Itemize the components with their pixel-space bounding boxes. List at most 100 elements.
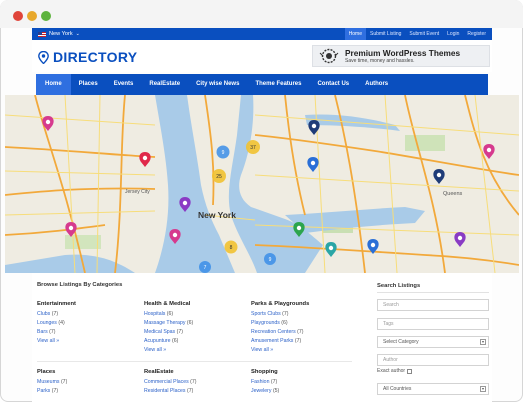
category-link[interactable]: Jewelery (5) bbox=[251, 387, 279, 396]
cluster-marker[interactable]: 9 bbox=[216, 145, 230, 159]
category-link[interactable]: Lounges (4) bbox=[37, 319, 76, 328]
browser-frame: New York ⌄ Home Submit Listing Submit Ev… bbox=[0, 0, 523, 402]
main-nav: Home Places Events RealEstate City wise … bbox=[36, 74, 488, 95]
site-header: DIRECTORY Premium WordPress Themes Save … bbox=[32, 40, 492, 72]
category-select-value: Select Category bbox=[383, 339, 419, 345]
divider bbox=[37, 361, 352, 362]
category-link[interactable]: Amusement Parks (7) bbox=[251, 337, 309, 346]
map-area-label: Queens bbox=[443, 191, 463, 197]
map-pin-icon bbox=[38, 50, 49, 64]
svg-text:7: 7 bbox=[204, 265, 207, 271]
listings-map[interactable]: 9 37 25 8 9 7 New York Jersey City Queen… bbox=[5, 95, 519, 273]
divider bbox=[377, 292, 489, 293]
author-input[interactable]: Author bbox=[377, 354, 489, 366]
chevron-down-icon: ⌄ bbox=[75, 31, 80, 37]
category-link[interactable]: Fashion (7) bbox=[251, 378, 279, 387]
category-link[interactable]: Parks (7) bbox=[37, 387, 67, 396]
chevron-down-icon: ▾ bbox=[480, 339, 486, 345]
category-shopping: Shopping Fashion (7) Jewelery (5) bbox=[251, 369, 279, 396]
toplink-login[interactable]: Login bbox=[443, 28, 463, 40]
window-chrome bbox=[0, 0, 523, 28]
country-select[interactable]: All Countries ▾ bbox=[377, 383, 489, 395]
gear-emblem-icon bbox=[319, 48, 339, 64]
category-link[interactable]: Bars (7) bbox=[37, 328, 76, 337]
park-area bbox=[405, 135, 445, 151]
listings-title: Browse Listings By Categories bbox=[37, 282, 123, 288]
banner-title: Premium WordPress Themes bbox=[345, 48, 461, 58]
category-link[interactable]: Recreation Centers (7) bbox=[251, 328, 309, 337]
location-selector[interactable]: New York ⌄ bbox=[38, 29, 80, 39]
category-health-medical: Health & Medical Hospitals (6) Massage T… bbox=[144, 301, 193, 355]
map-canvas: 9 37 25 8 9 7 New York Jersey City Queen… bbox=[5, 95, 519, 273]
exact-author-option[interactable]: Exact author bbox=[377, 368, 413, 374]
banner-subtitle: Save time, money and hassles. bbox=[345, 58, 415, 64]
svg-text:25: 25 bbox=[216, 174, 222, 180]
maximize-window-button[interactable] bbox=[41, 11, 51, 21]
nav-home[interactable]: Home bbox=[36, 74, 71, 95]
nav-authors[interactable]: Authors bbox=[357, 74, 396, 95]
chevron-down-icon: ▾ bbox=[480, 386, 486, 392]
category-realestate: RealEstate Commercial Places (7) Residen… bbox=[144, 369, 196, 396]
category-link[interactable]: Hospitals (6) bbox=[144, 310, 193, 319]
category-title: Health & Medical bbox=[144, 301, 191, 307]
category-title: Places bbox=[37, 369, 56, 375]
nav-theme-features[interactable]: Theme Features bbox=[247, 74, 309, 95]
close-window-button[interactable] bbox=[13, 11, 23, 21]
nav-realestate[interactable]: RealEstate bbox=[141, 74, 188, 95]
toplink-submit-event[interactable]: Submit Event bbox=[405, 28, 443, 40]
cluster-marker[interactable]: 37 bbox=[246, 140, 260, 154]
search-listings-widget: Search Listings Search Tags Select Categ… bbox=[375, 273, 492, 402]
category-link[interactable]: Playgrounds (6) bbox=[251, 319, 309, 328]
view-all-link[interactable]: View all » bbox=[37, 337, 76, 346]
us-flag-icon bbox=[38, 31, 46, 37]
cluster-marker[interactable]: 9 bbox=[264, 253, 276, 265]
category-link[interactable]: Commercial Places (7) bbox=[144, 378, 196, 387]
top-links: Home Submit Listing Submit Event Login R… bbox=[344, 28, 490, 40]
exact-author-label: Exact author bbox=[377, 368, 406, 374]
search-input[interactable]: Search bbox=[377, 299, 489, 311]
nav-contact-us[interactable]: Contact Us bbox=[309, 74, 357, 95]
category-title: Parks & Playgrounds bbox=[251, 301, 310, 307]
svg-text:8: 8 bbox=[230, 245, 233, 251]
svg-text:9: 9 bbox=[269, 257, 272, 263]
category-link[interactable]: Clubs (7) bbox=[37, 310, 76, 319]
exact-author-checkbox[interactable] bbox=[407, 368, 413, 374]
category-title: Shopping bbox=[251, 369, 278, 375]
view-all-link[interactable]: View all » bbox=[251, 346, 309, 355]
category-places: Places Museums (7) Parks (7) bbox=[37, 369, 67, 396]
category-link[interactable]: Museums (7) bbox=[37, 378, 67, 387]
minimize-window-button[interactable] bbox=[27, 11, 37, 21]
nav-city-wise-news[interactable]: City wise News bbox=[188, 74, 247, 95]
svg-text:37: 37 bbox=[250, 145, 256, 151]
nav-places[interactable]: Places bbox=[71, 74, 106, 95]
category-select[interactable]: Select Category ▾ bbox=[377, 336, 489, 348]
category-link[interactable]: Medical Spas (7) bbox=[144, 328, 193, 337]
cluster-marker[interactable]: 8 bbox=[224, 240, 238, 254]
site-logo[interactable]: DIRECTORY bbox=[38, 49, 137, 65]
view-all-link[interactable]: View all » bbox=[144, 346, 193, 355]
toplink-submit-listing[interactable]: Submit Listing bbox=[366, 28, 405, 40]
category-title: Entertainment bbox=[37, 301, 76, 307]
cluster-marker[interactable]: 7 bbox=[199, 261, 211, 273]
category-link[interactable]: Acupunture (6) bbox=[144, 337, 193, 346]
premium-themes-banner[interactable]: Premium WordPress Themes Save time, mone… bbox=[312, 45, 490, 67]
cluster-marker[interactable]: 25 bbox=[212, 169, 226, 183]
category-parks-playgrounds: Parks & Playgrounds Sports Clubs (7) Pla… bbox=[251, 301, 309, 355]
nav-events[interactable]: Events bbox=[106, 74, 142, 95]
category-link[interactable]: Sports Clubs (7) bbox=[251, 310, 309, 319]
top-bar: New York ⌄ Home Submit Listing Submit Ev… bbox=[32, 28, 492, 40]
toplink-home[interactable]: Home bbox=[344, 28, 366, 40]
park-area bbox=[65, 235, 101, 249]
category-title: RealEstate bbox=[144, 369, 174, 375]
search-title: Search Listings bbox=[377, 283, 421, 289]
category-link[interactable]: Massage Therapy (6) bbox=[144, 319, 193, 328]
tags-input[interactable]: Tags bbox=[377, 318, 489, 330]
category-link[interactable]: Residental Places (7) bbox=[144, 387, 196, 396]
map-area-label: Jersey City bbox=[125, 189, 150, 195]
country-select-value: All Countries bbox=[383, 386, 412, 392]
logo-text: DIRECTORY bbox=[53, 49, 138, 65]
category-entertainment: Entertainment Clubs (7) Lounges (4) Bars… bbox=[37, 301, 76, 346]
toplink-register[interactable]: Register bbox=[463, 28, 490, 40]
svg-text:9: 9 bbox=[222, 150, 225, 156]
map-city-label: New York bbox=[198, 210, 236, 220]
